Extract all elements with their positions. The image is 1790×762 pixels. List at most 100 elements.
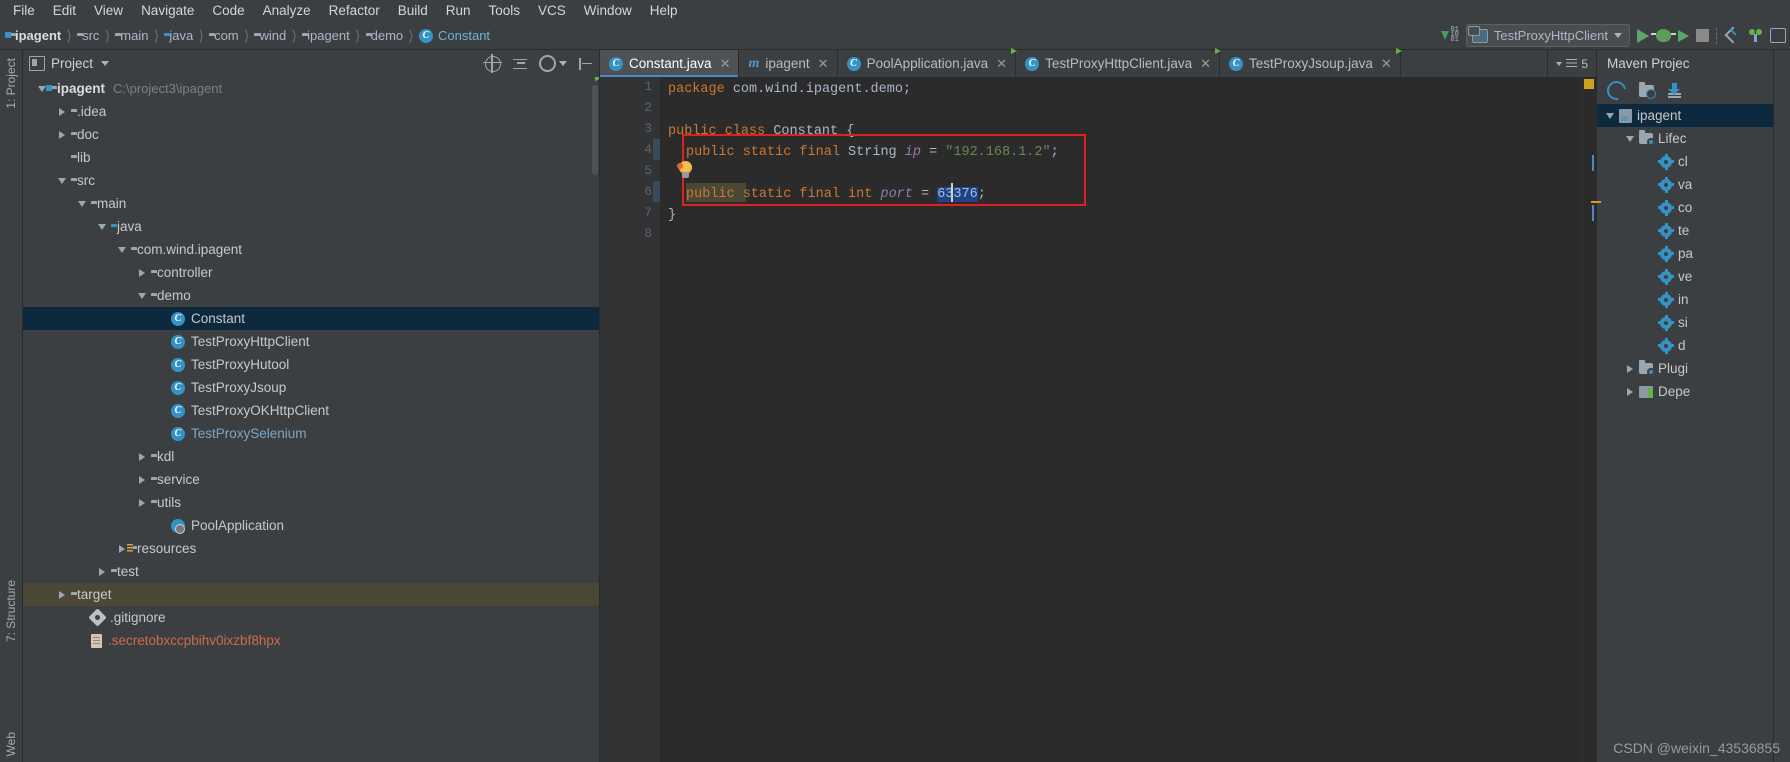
tab-poolapplication-java[interactable]: C PoolApplication.java ✕ [838,50,1017,77]
menu-item-vcs[interactable]: VCS [529,1,575,21]
binary-download-icon[interactable]: 01 10 01 [1441,27,1459,44]
close-icon[interactable]: ✕ [720,56,731,72]
project-tree-row[interactable]: .secretobxccpbihv0ixzbf8hpx [23,629,599,652]
attach-debugger-icon[interactable] [1725,28,1741,44]
menu-item-window[interactable]: Window [575,1,641,21]
gear-icon[interactable] [539,55,556,72]
twisty-expanded[interactable] [93,223,111,230]
twisty-expanded[interactable] [1621,135,1639,142]
refresh-icon[interactable] [1603,77,1630,104]
tool-window-tab-structure[interactable]: 7: Structure [4,580,18,642]
project-tree-row[interactable]: .gitignore [23,606,599,629]
tool-window-tab-web[interactable]: Web [4,732,18,756]
scroll-from-source-icon[interactable] [483,53,502,73]
close-icon[interactable]: ✕ [1200,56,1211,72]
tool-window-tab-project[interactable]: 1: Project [4,58,18,109]
project-scrollbar[interactable] [592,85,598,175]
menu-item-edit[interactable]: Edit [44,1,85,21]
project-tree-row[interactable]: controller [23,261,599,284]
breadcrumb-item-main[interactable]: main [111,25,150,47]
code-editor[interactable]: 1 2 3 4 5 6 7 8 package com.wind.ipagent… [600,77,1601,762]
stop-button[interactable] [1696,29,1709,42]
project-tree-row[interactable]: C TestProxyHttpClient [23,330,599,353]
maven-tree-row[interactable]: pa [1597,242,1773,265]
maven-tree-row[interactable]: ipagent [1597,104,1773,127]
menu-item-view[interactable]: View [85,1,132,21]
twisty-collapsed[interactable] [1621,387,1639,396]
inspection-status-marker[interactable] [1584,79,1594,89]
debug-button[interactable] [1651,29,1676,42]
twisty-collapsed[interactable] [53,130,71,139]
close-icon[interactable]: ✕ [1381,56,1392,72]
project-tree-row[interactable]: java [23,215,599,238]
menu-item-analyze[interactable]: Analyze [254,1,320,21]
maven-tree-row[interactable]: ve [1597,265,1773,288]
chevron-down-icon[interactable] [101,61,110,66]
twisty-collapsed[interactable] [133,452,151,461]
chevron-down-icon[interactable] [559,61,567,66]
twisty-collapsed[interactable] [133,475,151,484]
run-with-coverage-button[interactable] [1678,29,1689,42]
tab-testproxyhttpclient-java[interactable]: C TestProxyHttpClient.java ✕ [1016,50,1221,77]
project-tree-row[interactable]: ipagent C:\project3\ipagent [23,77,599,100]
maven-tree-row[interactable]: Lifec [1597,127,1773,150]
project-tree-row[interactable]: C TestProxyHutool [23,353,599,376]
intention-bulb-icon[interactable] [677,161,693,178]
project-tree-row[interactable]: doc [23,123,599,146]
collapse-all-icon[interactable] [513,58,527,70]
tab-constant-java[interactable]: C Constant.java ✕ [600,50,740,77]
twisty-collapsed[interactable] [133,498,151,507]
maven-tree-row[interactable]: Depe [1597,380,1773,403]
twisty-expanded[interactable] [73,200,91,207]
twisty-collapsed[interactable] [53,590,71,599]
tab-overflow-control[interactable]: 5 [1547,50,1596,77]
maven-tree-row[interactable]: in [1597,288,1773,311]
project-tree-row[interactable]: C TestProxyJsoup [23,376,599,399]
twisty-collapsed[interactable] [93,567,111,576]
maven-tree-row[interactable]: va [1597,173,1773,196]
project-tree-row[interactable]: service [23,468,599,491]
project-tree-row[interactable]: main [23,192,599,215]
selected-port-value[interactable]: 63376 [937,187,978,202]
project-tree-row[interactable]: resources [23,537,599,560]
tab-ipagent-pom[interactable]: m ipagent ✕ [739,50,838,77]
run-configuration-selector[interactable]: TestProxyHttpClient [1465,24,1630,47]
twisty-expanded[interactable] [133,292,151,299]
project-tree-row[interactable]: C TestProxySelenium [23,422,599,445]
breadcrumb-item-project[interactable]: ipagent [6,25,63,47]
maven-tree-row[interactable]: si [1597,311,1773,334]
project-tree-row[interactable]: src [23,169,599,192]
add-maven-project-icon[interactable] [1639,81,1656,99]
project-tree-row[interactable]: target [23,583,599,606]
breadcrumb-item-demo[interactable]: demo [362,25,406,47]
tab-testproxyjsoup-java[interactable]: C TestProxyJsoup.java ✕ [1220,50,1401,77]
close-icon[interactable]: ✕ [996,56,1007,72]
twisty-expanded[interactable] [1601,112,1619,119]
run-button[interactable] [1637,28,1649,43]
twisty-collapsed[interactable] [1621,364,1639,373]
editor-markers-gutter[interactable] [1582,77,1601,762]
breadcrumb-item-constant[interactable]: C Constant [415,25,492,47]
event-log-icon[interactable] [1748,28,1763,43]
project-tree-row[interactable]: test [23,560,599,583]
maven-tree-row[interactable]: te [1597,219,1773,242]
window-icon[interactable] [1770,28,1786,43]
twisty-expanded[interactable] [53,177,71,184]
breadcrumb-item-ipagent-pkg[interactable]: ipagent [298,25,352,47]
download-sources-icon[interactable] [1667,83,1683,98]
menu-item-tools[interactable]: Tools [480,1,530,21]
project-tree-row[interactable]: utils [23,491,599,514]
menu-item-file[interactable]: File [4,1,44,21]
project-tree-row[interactable]: .idea [23,100,599,123]
code-content[interactable]: package com.wind.ipagent.demo; public cl… [660,77,1582,762]
hide-panel-icon[interactable] [579,57,593,70]
project-tree-row[interactable]: lib [23,146,599,169]
close-icon[interactable]: ✕ [818,56,829,72]
maven-tree[interactable]: ipagent Lifec cl va co te pa ve in si d Plugi Depe [1597,104,1773,762]
maven-tree-row[interactable]: Plugi [1597,357,1773,380]
project-tree[interactable]: ipagent C:\project3\ipagent .idea doc lib src… [23,77,599,762]
menu-item-refactor[interactable]: Refactor [320,1,389,21]
project-tree-row[interactable]: com.wind.ipagent [23,238,599,261]
breadcrumb-item-wind[interactable]: wind [250,25,288,47]
editor-gutter[interactable]: 1 2 3 4 5 6 7 8 [600,77,660,762]
